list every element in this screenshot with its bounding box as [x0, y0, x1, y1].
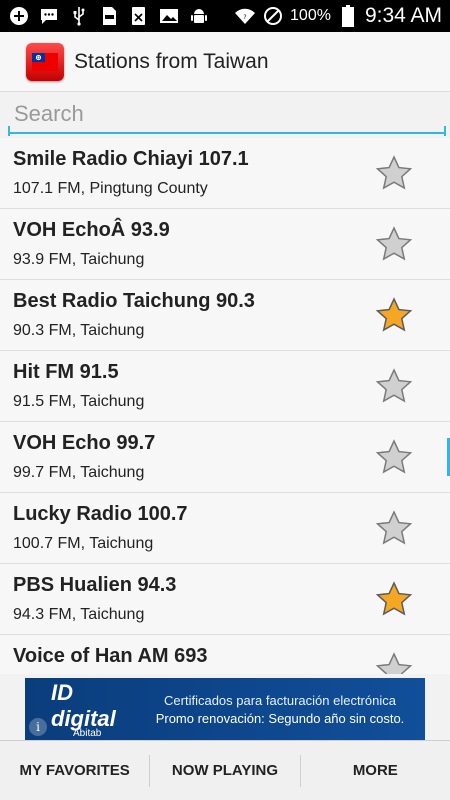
star-icon[interactable] [376, 368, 412, 404]
ad-line-2: Promo renovación: Segundo año sin costo. [155, 710, 405, 726]
station-list[interactable]: Smile Radio Chiayi 107.1 107.1 FM, Pingt… [0, 138, 450, 674]
ad-line-1: Certificados para facturación electrónic… [164, 692, 396, 708]
station-name: VOH EchoÂ 93.9 [13, 219, 170, 241]
svg-text:?: ? [243, 14, 246, 21]
wifi-icon: ? [234, 5, 256, 27]
station-frequency-location: 93.9 FM, Taichung [13, 251, 145, 268]
ad-text: Certificados para facturación electrónic… [135, 693, 425, 726]
tab-more[interactable]: MORE [299, 754, 450, 787]
ad-logo-main: ID digital [51, 679, 116, 731]
list-item[interactable]: Lucky Radio 100.7 100.7 FM, Taichung [0, 493, 450, 564]
info-icon[interactable]: i [29, 718, 47, 736]
station-name: Hit FM 91.5 [13, 361, 119, 383]
star-favorite-icon[interactable] [376, 581, 412, 617]
station-frequency-location: 94.3 FM, Taichung [13, 606, 145, 623]
list-item[interactable]: Smile Radio Chiayi 107.1 107.1 FM, Pingt… [0, 138, 450, 209]
station-name: VOH Echo 99.7 [13, 432, 156, 454]
status-bar: ? 100% 9:34 AM [0, 0, 450, 32]
blocked-app-icon [128, 5, 150, 27]
star-favorite-icon[interactable] [376, 297, 412, 333]
list-item[interactable]: Best Radio Taichung 90.3 90.3 FM, Taichu… [0, 280, 450, 351]
star-icon[interactable] [376, 155, 412, 191]
page-title: Stations from Taiwan [74, 49, 269, 73]
station-frequency-location: 91.5 FM, Taichung [13, 393, 145, 410]
station-name: Voice of Han AM 693 [13, 645, 208, 667]
storage-icon [98, 5, 120, 27]
station-frequency-location: 99.7 FM, Taichung [13, 464, 145, 481]
list-item[interactable]: PBS Hualien 94.3 94.3 FM, Taichung [0, 564, 450, 635]
usb-icon [68, 5, 90, 27]
battery-percent: 100% [290, 7, 331, 24]
station-name: Smile Radio Chiayi 107.1 [13, 148, 249, 170]
chat-icon [38, 5, 60, 27]
action-bar: Stations from Taiwan [0, 32, 450, 92]
list-item[interactable]: VOH Echo 99.7 99.7 FM, Taichung [0, 422, 450, 493]
tab-now-playing[interactable]: NOW PLAYING [149, 754, 299, 787]
do-not-disturb-icon [262, 5, 284, 27]
station-frequency-location: 107.1 FM, Pingtung County [13, 180, 208, 197]
list-item[interactable]: VOH EchoÂ 93.9 93.9 FM, Taichung [0, 209, 450, 280]
station-name: Best Radio Taichung 90.3 [13, 290, 255, 312]
list-item[interactable]: Voice of Han AM 693 [0, 635, 450, 674]
android-icon [188, 5, 210, 27]
tab-my-favorites[interactable]: MY FAVORITES [0, 755, 149, 787]
star-icon[interactable] [376, 439, 412, 475]
list-item[interactable]: Hit FM 91.5 91.5 FM, Taichung [0, 351, 450, 422]
image-icon [158, 5, 180, 27]
add-notification-icon [8, 5, 30, 27]
star-icon[interactable] [376, 510, 412, 546]
station-frequency-location: 100.7 FM, Taichung [13, 535, 154, 552]
bottom-tab-bar: MY FAVORITES NOW PLAYING MORE [0, 740, 450, 800]
star-icon[interactable] [376, 226, 412, 262]
taiwan-flag-icon [26, 42, 64, 81]
search-box [8, 96, 446, 136]
search-input[interactable] [8, 96, 446, 134]
clock: 9:34 AM [364, 4, 442, 27]
station-frequency-location: 90.3 FM, Taichung [13, 322, 145, 339]
ad-banner[interactable]: ID digital Abitab Certificados para fact… [25, 678, 425, 740]
station-name: Lucky Radio 100.7 [13, 503, 188, 525]
star-icon[interactable] [376, 652, 412, 674]
station-name: PBS Hualien 94.3 [13, 574, 177, 596]
battery-icon [337, 5, 359, 27]
